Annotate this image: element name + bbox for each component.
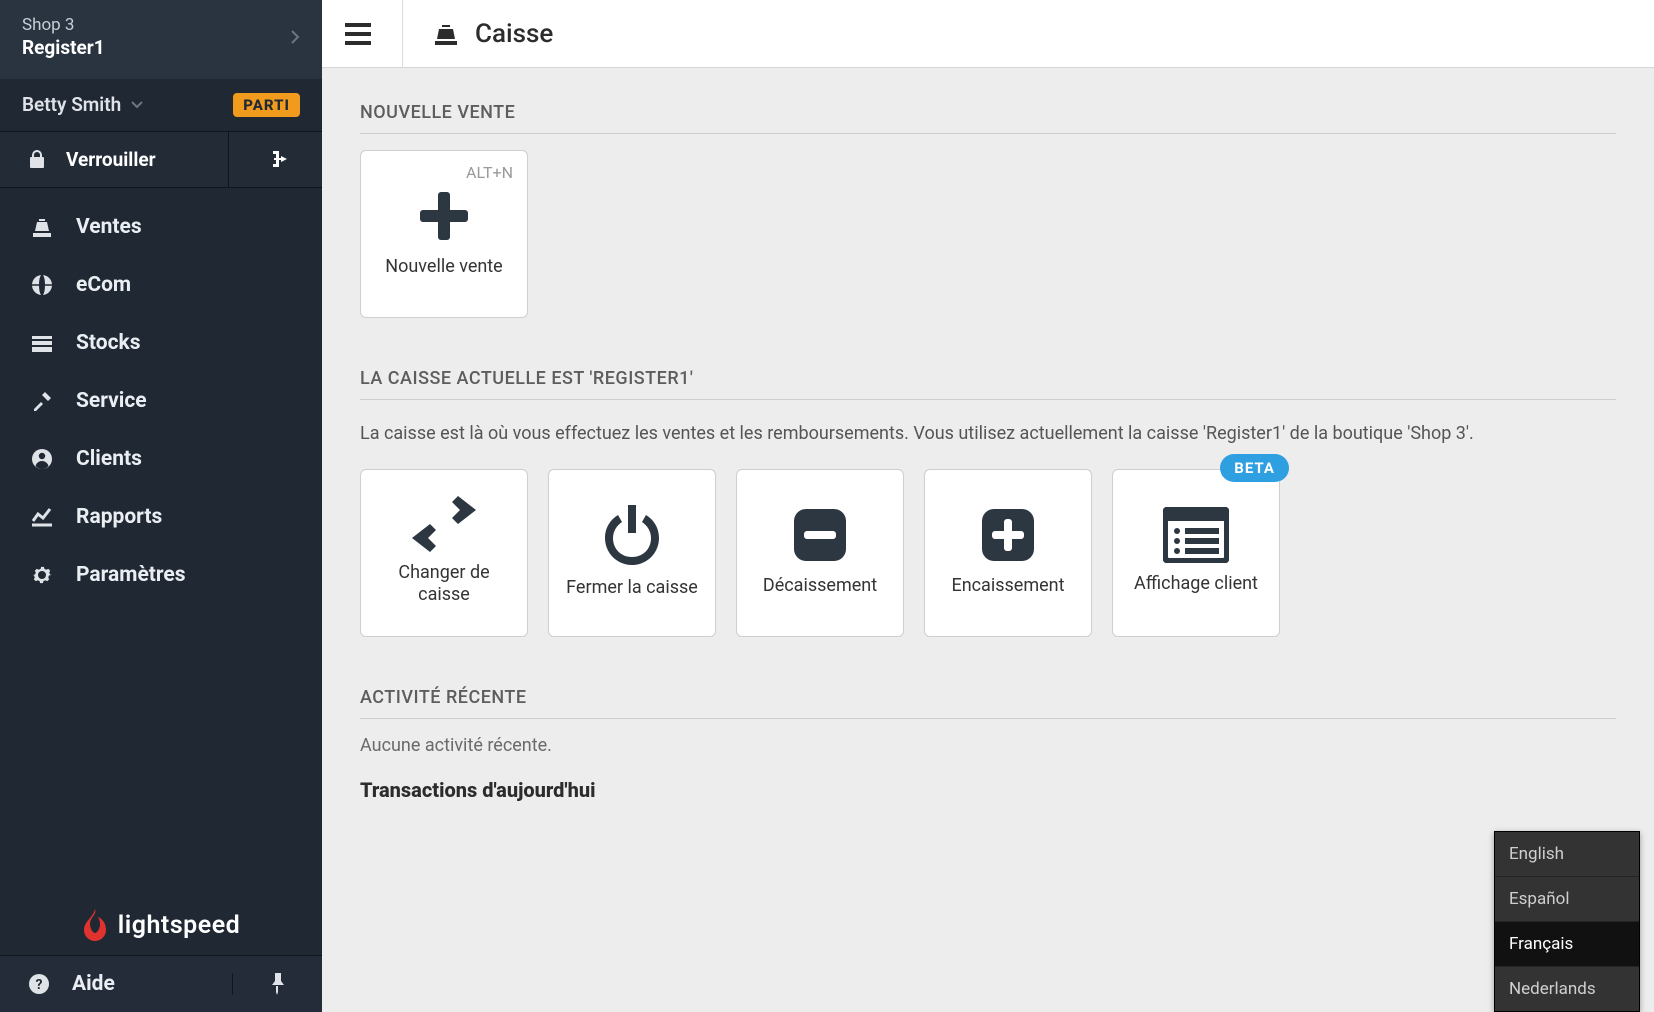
beta-badge: BETA	[1220, 454, 1289, 482]
nav-ecom[interactable]: eCom	[0, 256, 322, 314]
help-label: Aide	[72, 972, 115, 996]
card-label: Changer de caisse	[371, 562, 517, 607]
nav-label: Service	[76, 389, 147, 413]
topbar: Caisse	[322, 0, 1654, 68]
today-transactions-heading: Transactions d'aujourd'hui	[360, 778, 1616, 802]
page-title-text: Caisse	[475, 19, 553, 49]
register-icon	[433, 22, 459, 46]
logout-icon	[265, 149, 287, 169]
shop-name: Shop 3	[22, 14, 105, 36]
flame-icon	[82, 909, 108, 941]
section-heading: LA CAISSE ACTUELLE EST 'REGISTER1'	[360, 368, 1616, 400]
card-label: Nouvelle vente	[385, 256, 502, 279]
help-button[interactable]: ? Aide	[0, 956, 232, 1012]
boxes-icon	[30, 333, 54, 353]
section-new-sale: NOUVELLE VENTE ALT+N Nouvelle vente	[360, 102, 1616, 318]
page-title: Caisse	[433, 19, 553, 49]
chart-icon	[30, 507, 54, 527]
divider	[402, 0, 403, 68]
nav-label: Ventes	[76, 215, 142, 239]
card-label: Affichage client	[1134, 573, 1258, 596]
register-icon	[30, 216, 54, 238]
section-recent-activity: ACTIVITÉ RÉCENTE Aucune activité récente…	[360, 687, 1616, 802]
logout-button[interactable]	[228, 132, 322, 187]
help-icon: ?	[28, 973, 50, 995]
new-sale-card[interactable]: ALT+N Nouvelle vente	[360, 150, 528, 318]
nav-label: Rapports	[76, 505, 162, 529]
language-menu: English Español Français Nederlands	[1494, 831, 1640, 1012]
nav-ventes[interactable]: Ventes	[0, 198, 322, 256]
plus-square-icon	[978, 505, 1038, 565]
nav-service[interactable]: Service	[0, 372, 322, 430]
lock-button[interactable]: Verrouiller	[0, 132, 228, 187]
power-icon	[602, 503, 662, 567]
lock-icon	[28, 149, 46, 169]
section-heading: NOUVELLE VENTE	[360, 102, 1616, 134]
user-name: Betty Smith	[22, 93, 121, 116]
customer-display-card[interactable]: BETA Affichage client	[1112, 469, 1280, 637]
card-label: Encaissement	[951, 575, 1064, 598]
gear-icon	[30, 564, 54, 586]
nav-stocks[interactable]: Stocks	[0, 314, 322, 372]
swap-icon	[412, 496, 476, 552]
section-current-register: LA CAISSE ACTUELLE EST 'REGISTER1' La ca…	[360, 368, 1616, 637]
keyboard-shortcut: ALT+N	[466, 163, 513, 182]
payin-card[interactable]: Encaissement	[924, 469, 1092, 637]
lang-option-francais[interactable]: Français	[1495, 921, 1639, 966]
nav-label: eCom	[76, 273, 131, 297]
section-description: La caisse est là où vous effectuez les v…	[360, 420, 1616, 447]
lang-option-nederlands[interactable]: Nederlands	[1495, 966, 1639, 1011]
status-badge: PARTI	[233, 93, 300, 117]
user-menu[interactable]: Betty Smith PARTI	[0, 79, 322, 132]
chevron-right-icon	[290, 29, 300, 45]
card-label: Fermer la caisse	[566, 577, 698, 600]
pin-sidebar-button[interactable]	[232, 973, 322, 995]
brand-name: lightspeed	[118, 911, 240, 940]
close-register-card[interactable]: Fermer la caisse	[548, 469, 716, 637]
nav-label: Clients	[76, 447, 142, 471]
nav-rapports[interactable]: Rapports	[0, 488, 322, 546]
globe-icon	[30, 274, 54, 296]
section-heading: ACTIVITÉ RÉCENTE	[360, 687, 1616, 719]
lang-option-espanol[interactable]: Español	[1495, 876, 1639, 921]
nav-label: Paramètres	[76, 563, 186, 587]
svg-text:?: ?	[36, 977, 43, 993]
plus-icon	[414, 186, 474, 246]
nav-label: Stocks	[76, 331, 141, 355]
nav-parametres[interactable]: Paramètres	[0, 546, 322, 604]
user-icon	[30, 448, 54, 470]
menu-toggle-button[interactable]	[344, 23, 372, 45]
hammer-icon	[30, 390, 54, 412]
primary-nav: Ventes eCom Stocks Service Clients	[0, 188, 322, 883]
minus-icon	[790, 505, 850, 565]
lock-label: Verrouiller	[66, 148, 156, 171]
recent-empty-text: Aucune activité récente.	[360, 735, 1616, 756]
list-icon	[1163, 507, 1229, 563]
change-register-card[interactable]: Changer de caisse	[360, 469, 528, 637]
pin-icon	[270, 973, 286, 995]
sidebar: Shop 3 Register1 Betty Smith PARTI Verro…	[0, 0, 322, 1012]
lang-option-english[interactable]: English	[1495, 832, 1639, 876]
main: Caisse NOUVELLE VENTE ALT+N Nouvelle ven…	[322, 0, 1654, 1012]
brand: lightspeed	[0, 883, 322, 955]
payout-card[interactable]: Décaissement	[736, 469, 904, 637]
register-name: Register1	[22, 36, 105, 61]
shop-register-switcher[interactable]: Shop 3 Register1	[0, 0, 322, 79]
card-label: Décaissement	[763, 575, 877, 598]
chevron-down-icon	[131, 101, 143, 109]
content: NOUVELLE VENTE ALT+N Nouvelle vente LA C…	[322, 68, 1654, 1012]
nav-clients[interactable]: Clients	[0, 430, 322, 488]
